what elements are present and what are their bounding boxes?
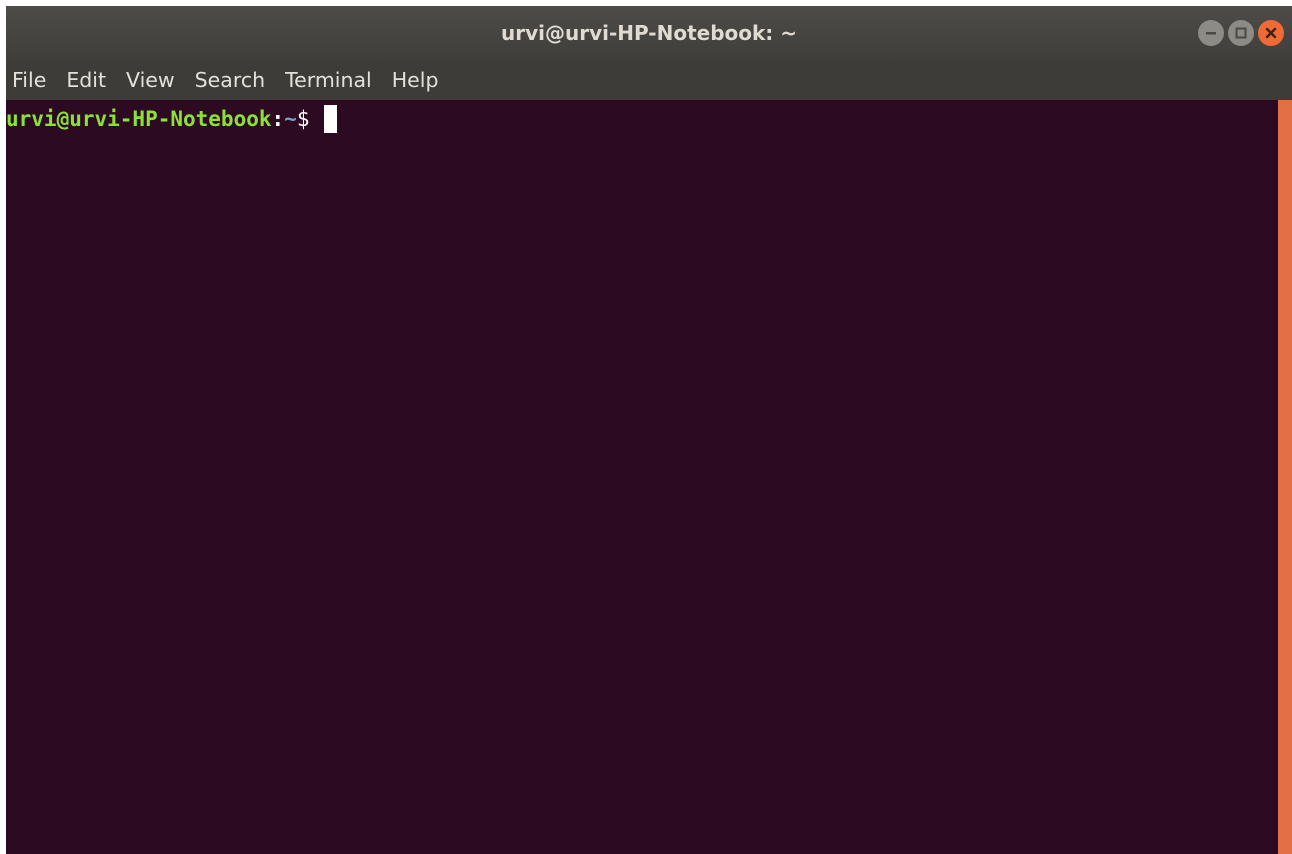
window-title: urvi@urvi-HP-Notebook: ~ [500,21,798,45]
prompt-user-host: urvi@urvi-HP-Notebook [6,107,272,131]
menu-help[interactable]: Help [382,60,449,100]
maximize-button[interactable] [1228,20,1254,46]
menu-file[interactable]: File [6,60,56,100]
maximize-icon [1235,27,1247,39]
terminal-window: urvi@urvi-HP-Notebook: ~ File Edit View … [6,6,1292,854]
prompt-colon: : [271,107,285,131]
minimize-icon [1206,32,1216,35]
terminal-output-area[interactable]: urvi@urvi-HP-Notebook: ~ $ [6,100,1274,854]
menu-view[interactable]: View [116,60,185,100]
prompt-line: urvi@urvi-HP-Notebook: ~ $ [6,100,338,138]
minimize-button[interactable] [1198,20,1224,46]
close-icon [1265,27,1277,39]
scrollbar-thumb[interactable] [1278,100,1292,854]
close-button[interactable] [1258,20,1284,46]
title-bar[interactable]: urvi@urvi-HP-Notebook: ~ [6,6,1292,60]
menu-bar: File Edit View Search Terminal Help [6,60,1292,100]
prompt-symbol: $ [296,107,323,131]
vertical-scrollbar[interactable] [1274,100,1292,854]
window-controls [1198,20,1284,46]
menu-terminal[interactable]: Terminal [275,60,382,100]
menu-edit[interactable]: Edit [56,60,116,100]
text-cursor [324,105,338,133]
menu-search[interactable]: Search [185,60,275,100]
prompt-path: ~ [284,107,297,131]
